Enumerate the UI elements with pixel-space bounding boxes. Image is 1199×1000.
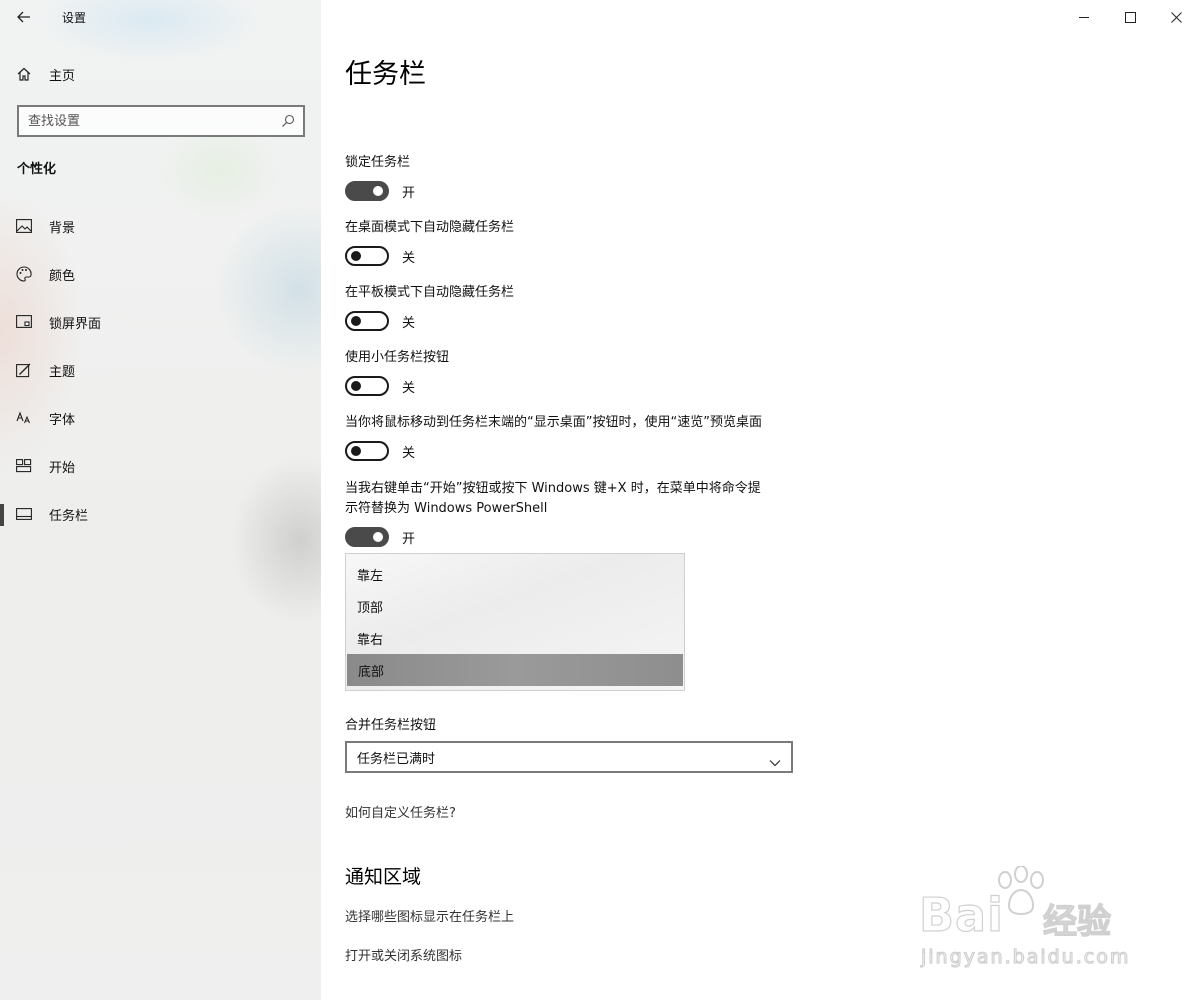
watermark-brand: Bai [918, 887, 1004, 942]
combine-buttons-select[interactable]: 任务栏已满时 [345, 741, 793, 773]
minimize-icon [1078, 16, 1089, 18]
sidebar-item-fonts[interactable]: 字体 [0, 394, 321, 442]
dropdown-option-bottom[interactable]: 底部 [347, 654, 683, 686]
search-input[interactable] [28, 113, 268, 129]
sidebar: 设置 主页 个性化 背景 颜色 锁屏界面 [0, 0, 321, 1000]
sidebar-item-lock-screen[interactable]: 锁屏界面 [0, 298, 321, 346]
taskbar-position-dropdown-list: 靠左 顶部 靠右 底部 [345, 553, 685, 691]
toggle-state: 关 [402, 250, 416, 266]
sidebar-item-background[interactable]: 背景 [0, 202, 321, 250]
toggle-knob [373, 186, 383, 196]
sidebar-item-themes[interactable]: 主题 [0, 346, 321, 394]
toggle-state: 关 [402, 380, 416, 396]
chevron-down-icon [769, 752, 781, 771]
sidebar-item-label: 背景 [49, 220, 76, 236]
toggle-row: 关 [345, 311, 514, 331]
sidebar-item-taskbar[interactable]: 任务栏 [0, 490, 321, 538]
sidebar-item-colors[interactable]: 颜色 [0, 250, 321, 298]
home-icon [0, 66, 48, 82]
powershell-toggle[interactable] [345, 527, 389, 547]
autohide-desktop-toggle[interactable] [345, 246, 389, 266]
toggle-row: 开 [345, 527, 761, 547]
setting-label-line1: 当我右键单击“开始”按钮或按下 Windows 键+X 时，在菜单中将命令提 [345, 481, 761, 496]
sidebar-item-label: 主题 [49, 364, 76, 380]
toggle-row: 关 [345, 376, 449, 396]
start-icon [0, 459, 48, 473]
section-heading: 个性化 [17, 162, 57, 177]
setting-lock-taskbar: 锁定任务栏 开 [345, 153, 415, 201]
autohide-tablet-toggle[interactable] [345, 311, 389, 331]
dropdown-option-top[interactable]: 顶部 [346, 590, 684, 622]
toggle-state: 关 [402, 445, 416, 461]
sidebar-item-label: 颜色 [49, 268, 76, 284]
toggle-knob [351, 381, 361, 391]
setting-autohide-tablet: 在平板模式下自动隐藏任务栏 关 [345, 283, 514, 331]
notification-area-title: 通知区域 [345, 866, 422, 888]
setting-peek-desktop: 当你将鼠标移动到任务栏末端的“显示桌面”按钮时，使用“速览”预览桌面 关 [345, 413, 762, 461]
peek-desktop-toggle[interactable] [345, 441, 389, 461]
close-icon [1170, 11, 1182, 23]
baidu-jingyan-watermark: Bai 经验 jingyan.baidu.com [918, 866, 1139, 976]
setting-label: 在平板模式下自动隐藏任务栏 [345, 285, 515, 300]
nav-list: 背景 颜色 锁屏界面 主题 字体 开始 任务栏 [0, 202, 321, 538]
toggle-state: 关 [402, 315, 416, 331]
system-icons-link[interactable]: 打开或关闭系统图标 [345, 945, 462, 964]
home-label: 主页 [49, 68, 76, 84]
setting-label: 使用小任务栏按钮 [345, 350, 450, 365]
customize-taskbar-link[interactable]: 如何自定义任务栏? [345, 802, 456, 821]
setting-label: 锁定任务栏 [345, 155, 411, 170]
close-button[interactable] [1153, 0, 1199, 34]
lock-taskbar-toggle[interactable] [345, 181, 389, 201]
window-controls [1061, 0, 1199, 34]
toggle-knob [351, 251, 361, 261]
select-icons-link[interactable]: 选择哪些图标显示在任务栏上 [345, 906, 514, 925]
theme-icon [0, 362, 48, 378]
palette-icon [0, 266, 48, 282]
setting-powershell: 当我右键单击“开始”按钮或按下 Windows 键+X 时，在菜单中将命令提 示… [345, 479, 761, 547]
main-content: 任务栏 锁定任务栏 开 在桌面模式下自动隐藏任务栏 关 在平板模式下自动隐藏任务… [321, 0, 1199, 1000]
small-buttons-toggle[interactable] [345, 376, 389, 396]
taskbar-icon [0, 508, 48, 520]
minimize-button[interactable] [1061, 0, 1107, 34]
lock-screen-icon [0, 315, 48, 329]
toggle-row: 关 [345, 246, 514, 266]
font-icon [0, 411, 48, 425]
search-icon[interactable] [281, 113, 295, 132]
search-box[interactable] [17, 105, 305, 137]
setting-small-buttons: 使用小任务栏按钮 关 [345, 348, 449, 396]
toggle-knob [351, 316, 361, 326]
dropdown-option-right[interactable]: 靠右 [346, 622, 684, 654]
sidebar-item-start[interactable]: 开始 [0, 442, 321, 490]
combine-buttons-label: 合并任务栏按钮 [345, 718, 437, 733]
app-title: 设置 [62, 10, 87, 25]
toggle-state: 开 [402, 185, 416, 201]
watermark-url: jingyan.baidu.com [920, 945, 1131, 968]
picture-icon [0, 219, 48, 233]
maximize-button[interactable] [1107, 0, 1153, 34]
toggle-state: 开 [402, 531, 416, 547]
sidebar-item-label: 开始 [49, 460, 76, 476]
toggle-knob [351, 446, 361, 456]
dropdown-option-left[interactable]: 靠左 [346, 558, 684, 590]
page-title: 任务栏 [345, 59, 426, 90]
sidebar-item-label: 任务栏 [49, 508, 89, 524]
back-arrow-icon [17, 11, 30, 23]
watermark-brand-suffix: 经验 [1042, 901, 1111, 942]
combine-buttons-value: 任务栏已满时 [357, 751, 436, 767]
setting-label-line2: 示符替换为 Windows PowerShell [345, 501, 548, 516]
sidebar-item-home[interactable]: 主页 [0, 56, 321, 92]
setting-label: 在桌面模式下自动隐藏任务栏 [345, 220, 515, 235]
sidebar-item-label: 字体 [49, 412, 76, 428]
back-button[interactable] [0, 0, 48, 34]
maximize-icon [1124, 11, 1136, 23]
title-bar: 设置 [0, 0, 86, 34]
toggle-knob [373, 532, 383, 542]
setting-autohide-desktop: 在桌面模式下自动隐藏任务栏 关 [345, 218, 514, 266]
toggle-row: 开 [345, 181, 415, 201]
toggle-row: 关 [345, 441, 762, 461]
sidebar-item-label: 锁屏界面 [49, 316, 102, 332]
setting-label: 当你将鼠标移动到任务栏末端的“显示桌面”按钮时，使用“速览”预览桌面 [345, 415, 762, 430]
